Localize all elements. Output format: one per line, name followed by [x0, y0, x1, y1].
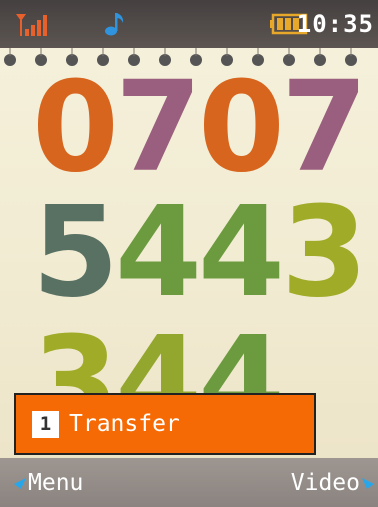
music-note-icon [104, 10, 126, 38]
wallpaper-digit: 4 [197, 180, 285, 325]
wallpaper-digits-row-1: 0707 [32, 65, 372, 190]
menu-softkey[interactable]: Menu [14, 470, 83, 496]
wallpaper-digit: 3 [280, 180, 368, 325]
clock: 10:35 [296, 10, 374, 38]
status-bar: 10:35 [0, 0, 378, 48]
wallpaper-digit: 4 [114, 180, 202, 325]
transfer-label: Transfer [69, 411, 180, 437]
transfer-menu-item[interactable]: 1 Transfer [14, 393, 316, 455]
wallpaper-digits-row-2: 5443 [32, 190, 372, 315]
wallpaper-digit: 0 [197, 55, 285, 200]
arrow-icon [14, 478, 26, 489]
wallpaper-digit: 7 [114, 55, 202, 200]
video-softkey[interactable]: Video [291, 470, 374, 496]
shortcut-number: 1 [32, 410, 59, 438]
signal-icon [14, 10, 48, 38]
wallpaper-digit: 7 [280, 55, 368, 200]
menu-softkey-label: Menu [28, 470, 84, 496]
softkey-bar: Menu Video [0, 458, 378, 507]
arrow-icon [362, 478, 374, 489]
video-softkey-label: Video [290, 470, 360, 496]
phone-screen: 10:35 0707 5443 344 1 Transfer Menu Vide… [0, 0, 378, 507]
wallpaper-digit: 0 [32, 55, 119, 200]
wallpaper-digit: 5 [32, 180, 119, 325]
